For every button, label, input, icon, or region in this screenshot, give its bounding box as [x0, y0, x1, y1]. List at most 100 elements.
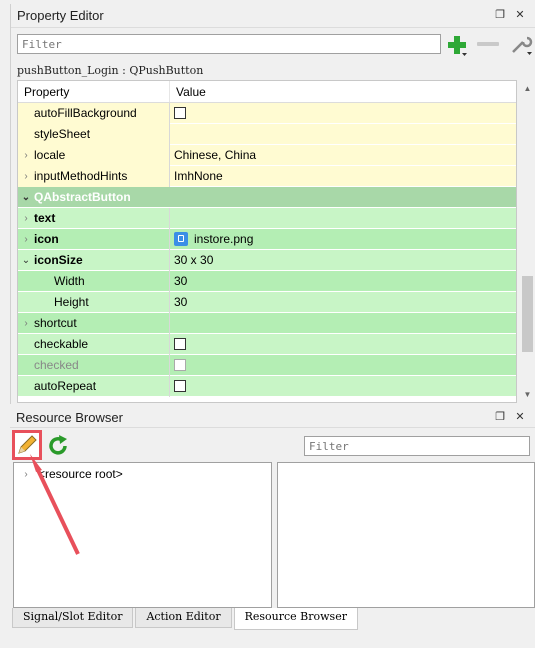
property-row-height[interactable]: Height 30 [18, 291, 516, 313]
property-value-cell[interactable] [170, 208, 516, 229]
property-row-autorepeat[interactable]: autoRepeat [18, 375, 516, 397]
property-name: iconSize [34, 253, 83, 267]
property-value: 30 [174, 274, 188, 288]
property-value-cell[interactable] [170, 355, 516, 376]
property-editor-titlebar: Property Editor ❐ ✕ [11, 4, 535, 28]
property-name: checkable [34, 337, 89, 351]
property-value-cell[interactable]: instore.png [170, 229, 516, 250]
add-property-icon[interactable] [445, 33, 469, 57]
property-name: autoFillBackground [34, 106, 137, 120]
property-value-cell[interactable]: Chinese, China [170, 145, 516, 166]
property-column-header[interactable]: Property [18, 81, 170, 102]
property-name-cell: › text [18, 207, 170, 229]
property-name-cell: › locale [18, 144, 170, 166]
property-name-cell: › icon [18, 228, 170, 250]
property-name-cell: ⌄ iconSize [18, 249, 170, 271]
property-value-cell[interactable] [170, 334, 516, 355]
property-checkbox [174, 359, 186, 371]
property-row-iconsize[interactable]: ⌄ iconSize 30 x 30 [18, 249, 516, 271]
property-table-header: Property Value [18, 81, 516, 103]
property-row-qabstractbutton[interactable]: ⌄ QAbstractButton [18, 187, 516, 208]
property-checkbox[interactable] [174, 380, 186, 392]
chevron-down-icon[interactable]: ⌄ [18, 255, 34, 266]
property-name-cell: › inputMethodHints [18, 165, 170, 187]
scroll-down-icon[interactable]: ▼ [523, 390, 532, 399]
property-name-cell: checked [18, 354, 170, 376]
property-checkbox[interactable] [174, 107, 186, 119]
property-row-icon[interactable]: › icon instore.png [18, 228, 516, 250]
resource-browser-panel: Resource Browser ❐ ✕ › <resource root> [10, 408, 535, 608]
property-editor-title: Property Editor [17, 8, 104, 23]
property-editor-panel: Property Editor ❐ ✕ pushButton_Login : Q… [10, 4, 535, 404]
configure-wrench-icon[interactable] [509, 32, 533, 56]
float-icon[interactable]: ❐ [493, 410, 507, 424]
property-value-cell [218, 187, 516, 208]
property-name-cell: autoRepeat [18, 375, 170, 397]
property-row-autofillbackground[interactable]: autoFillBackground [18, 102, 516, 124]
property-name-cell: autoFillBackground [18, 102, 170, 124]
property-name: inputMethodHints [34, 169, 128, 183]
property-name: icon [34, 232, 59, 246]
dock-tab-bar: Signal/Slot Editor Action Editor Resource … [12, 608, 360, 630]
property-value-cell[interactable]: 30 x 30 [170, 250, 516, 271]
chevron-down-icon[interactable]: ⌄ [18, 192, 34, 203]
property-value-cell[interactable] [170, 103, 516, 124]
value-column-header[interactable]: Value [170, 81, 212, 102]
scroll-up-icon[interactable]: ▲ [523, 84, 532, 93]
property-row-locale[interactable]: › locale Chinese, China [18, 144, 516, 166]
chevron-right-icon[interactable]: › [18, 234, 34, 245]
property-name-cell: ⌄ QAbstractButton [18, 187, 218, 208]
property-value: Chinese, China [174, 148, 257, 162]
property-value-cell[interactable] [170, 124, 516, 145]
property-row-width[interactable]: Width 30 [18, 270, 516, 292]
property-table: Property Value autoFillBackground styleSh… [17, 80, 517, 403]
property-name: QAbstractButton [34, 190, 131, 204]
property-checkbox[interactable] [174, 338, 186, 350]
scroll-thumb[interactable] [522, 276, 533, 352]
property-value-cell[interactable]: 30 [170, 271, 516, 292]
property-name: Height [54, 295, 89, 309]
close-icon[interactable]: ✕ [513, 8, 527, 22]
resource-filter-input[interactable] [304, 436, 530, 456]
property-row-stylesheet[interactable]: styleSheet [18, 123, 516, 145]
property-row-shortcut[interactable]: › shortcut [18, 312, 516, 334]
tab-signal-slot-editor[interactable]: Signal/Slot Editor [12, 608, 134, 628]
property-name: checked [34, 358, 79, 372]
annotation-arrow [30, 454, 80, 555]
property-value-cell[interactable] [170, 376, 516, 397]
property-scrollbar[interactable]: ▲ ▼ [519, 80, 535, 403]
property-name-cell: checkable [18, 333, 170, 355]
property-value: ImhNone [174, 169, 223, 183]
property-row-checked[interactable]: checked [18, 354, 516, 376]
close-icon[interactable]: ✕ [513, 410, 527, 424]
property-name-cell: › shortcut [18, 312, 170, 334]
image-file-icon [174, 232, 188, 246]
resource-file-list[interactable] [277, 462, 535, 608]
object-name-label: pushButton_Login : QPushButton [17, 64, 204, 77]
tab-action-editor[interactable]: Action Editor [135, 608, 232, 628]
property-filter-input[interactable] [17, 34, 441, 54]
chevron-right-icon[interactable]: › [18, 213, 34, 224]
property-name: autoRepeat [34, 379, 97, 393]
property-name: locale [34, 148, 66, 162]
property-value: instore.png [194, 232, 254, 246]
tab-resource-browser[interactable]: Resource Browser [233, 608, 358, 630]
property-row-inputmethodhints[interactable]: › inputMethodHints ImhNone [18, 165, 516, 187]
property-row-text[interactable]: › text [18, 207, 516, 229]
property-name: shortcut [34, 316, 77, 330]
resource-browser-title: Resource Browser [16, 410, 123, 425]
property-row-checkable[interactable]: checkable [18, 333, 516, 355]
property-value-cell[interactable]: 30 [170, 292, 516, 313]
property-name: styleSheet [34, 127, 91, 141]
property-name-cell: Width [18, 270, 170, 292]
property-value: 30 x 30 [174, 253, 214, 267]
property-name: text [34, 211, 56, 225]
chevron-right-icon[interactable]: › [18, 150, 34, 161]
property-name-cell: styleSheet [18, 123, 170, 145]
remove-property-icon[interactable] [477, 42, 499, 46]
float-icon[interactable]: ❐ [493, 8, 507, 22]
property-value-cell[interactable]: ImhNone [170, 166, 516, 187]
chevron-right-icon[interactable]: › [18, 318, 34, 329]
chevron-right-icon[interactable]: › [18, 171, 34, 182]
property-value-cell[interactable] [170, 313, 516, 334]
